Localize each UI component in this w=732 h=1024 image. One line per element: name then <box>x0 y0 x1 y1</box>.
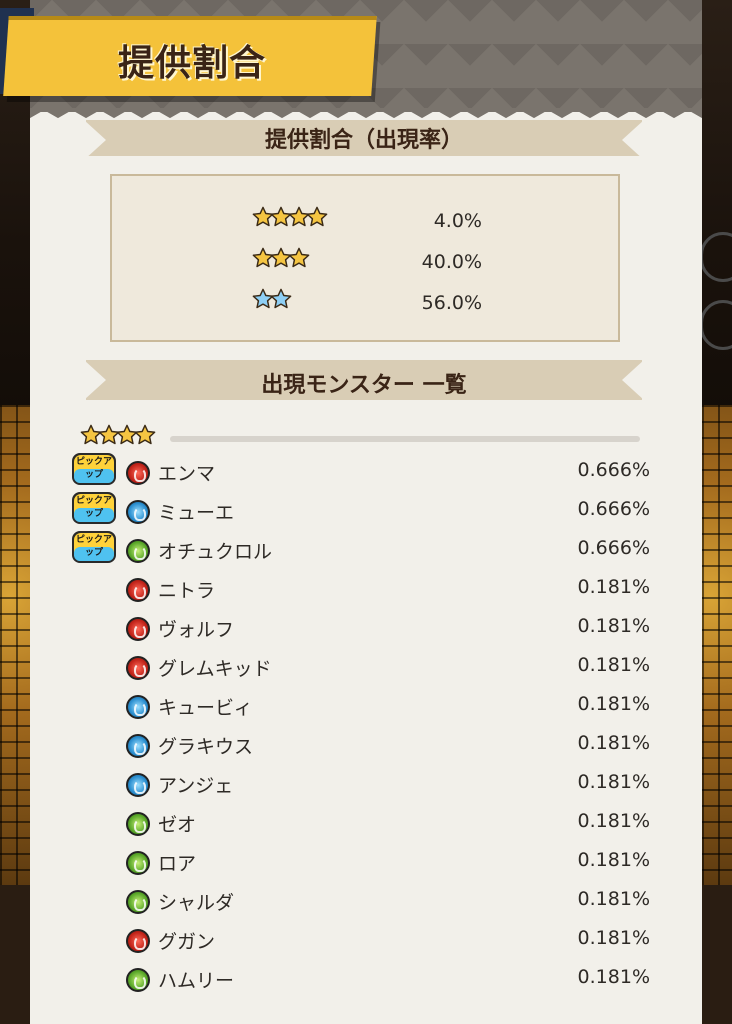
background-grid-right <box>702 405 732 885</box>
star-rating-2 <box>252 288 292 310</box>
monster-rate: 0.181% <box>577 615 650 637</box>
rate-value: 56.0% <box>421 292 482 314</box>
monster-name: ゼオ <box>158 814 197 836</box>
star-rating-3 <box>252 247 310 269</box>
monster-name: ハムリー <box>158 970 235 992</box>
water-element-icon <box>126 695 150 719</box>
monster-row: ピックアップ エンマ 0.666% <box>70 453 660 490</box>
fire-element-icon <box>126 617 150 641</box>
rate-panel: 提供割合（出現率） 4.0% 40.0% 56.0% 出現モンスター 一覧 ピッ… <box>30 0 702 1024</box>
star-icon <box>270 288 292 309</box>
monster-rate: 0.181% <box>577 927 650 949</box>
fire-element-icon <box>126 461 150 485</box>
wood-element-icon <box>126 890 150 914</box>
wood-element-icon <box>126 539 150 563</box>
monster-row: ゼオ 0.181% <box>70 807 660 841</box>
pickup-badge-label: ピックアップ <box>75 535 112 558</box>
monster-row: ロア 0.181% <box>70 846 660 880</box>
monster-rate: 0.181% <box>577 693 650 715</box>
rate-row-4star: 4.0% <box>112 206 618 238</box>
rate-row-2star: 56.0% <box>112 288 618 320</box>
star-icon <box>288 247 310 268</box>
monster-row: グガン 0.181% <box>70 924 660 958</box>
monster-rate: 0.666% <box>577 498 650 520</box>
water-element-icon <box>126 734 150 758</box>
monster-rate: 0.181% <box>577 654 650 676</box>
rate-value: 4.0% <box>433 210 482 232</box>
tier-divider <box>170 436 640 442</box>
monster-section-title: 出現モンスター 一覧 <box>261 373 467 398</box>
monster-name: グレムキッド <box>158 658 272 680</box>
monster-rate: 0.181% <box>577 732 650 754</box>
page-title: 提供割合 <box>118 43 267 84</box>
monster-section-ribbon: 出現モンスター 一覧 <box>84 360 644 400</box>
monster-row: アンジェ 0.181% <box>70 768 660 802</box>
monster-name: ロア <box>158 853 197 875</box>
pickup-badge-label: ピックアップ <box>75 496 112 519</box>
monster-rate: 0.181% <box>577 576 650 598</box>
water-element-icon <box>126 500 150 524</box>
rate-value: 40.0% <box>421 251 482 273</box>
monster-row: ハムリー 0.181% <box>70 963 660 997</box>
monster-rate: 0.181% <box>577 771 650 793</box>
water-element-icon <box>126 773 150 797</box>
monster-row: ピックアップ ミューエ 0.666% <box>70 492 660 529</box>
monster-row: ニトラ 0.181% <box>70 573 660 607</box>
monster-rate: 0.181% <box>577 849 650 871</box>
monster-name: ヴォルフ <box>158 619 235 641</box>
pickup-badge-label: ピックアップ <box>75 457 112 480</box>
monster-rate: 0.181% <box>577 810 650 832</box>
monster-row: ピックアップ オチュクロル 0.666% <box>70 531 660 568</box>
star-rating-4 <box>252 206 328 228</box>
wood-element-icon <box>126 968 150 992</box>
monster-rate: 0.181% <box>577 888 650 910</box>
monster-row: ヴォルフ 0.181% <box>70 612 660 646</box>
monster-name: シャルダ <box>158 892 235 914</box>
background-grid-left <box>0 405 30 885</box>
monster-name: キュービィ <box>158 697 253 719</box>
wood-element-icon <box>126 812 150 836</box>
monster-rate: 0.666% <box>577 537 650 559</box>
monster-row: グラキウス 0.181% <box>70 729 660 763</box>
fire-element-icon <box>126 656 150 680</box>
pickup-badge-icon: ピックアップ <box>70 450 118 488</box>
monster-name: ニトラ <box>158 580 216 602</box>
zigzag-edge-mask <box>30 108 702 118</box>
tier-star-rating <box>80 424 156 446</box>
star-icon <box>134 424 156 445</box>
monster-name: グガン <box>158 931 216 953</box>
monster-row: シャルダ 0.181% <box>70 885 660 919</box>
rate-row-3star: 40.0% <box>112 247 618 279</box>
monster-rate: 0.181% <box>577 966 650 988</box>
monster-rate: 0.666% <box>577 459 650 481</box>
monster-name: グラキウス <box>158 736 254 758</box>
fire-element-icon <box>126 578 150 602</box>
star-icon <box>306 206 328 227</box>
monster-name: エンマ <box>158 463 216 485</box>
monster-name: ミューエ <box>158 502 235 524</box>
monster-row: キュービィ 0.181% <box>70 690 660 724</box>
pickup-badge-icon: ピックアップ <box>70 528 118 566</box>
wood-element-icon <box>126 851 150 875</box>
pickup-badge-icon: ピックアップ <box>70 489 118 527</box>
monster-row: グレムキッド 0.181% <box>70 651 660 685</box>
monster-name: アンジェ <box>158 775 234 797</box>
monster-name: オチュクロル <box>158 541 273 563</box>
rate-table: 4.0% 40.0% 56.0% <box>110 174 620 342</box>
fire-element-icon <box>126 929 150 953</box>
